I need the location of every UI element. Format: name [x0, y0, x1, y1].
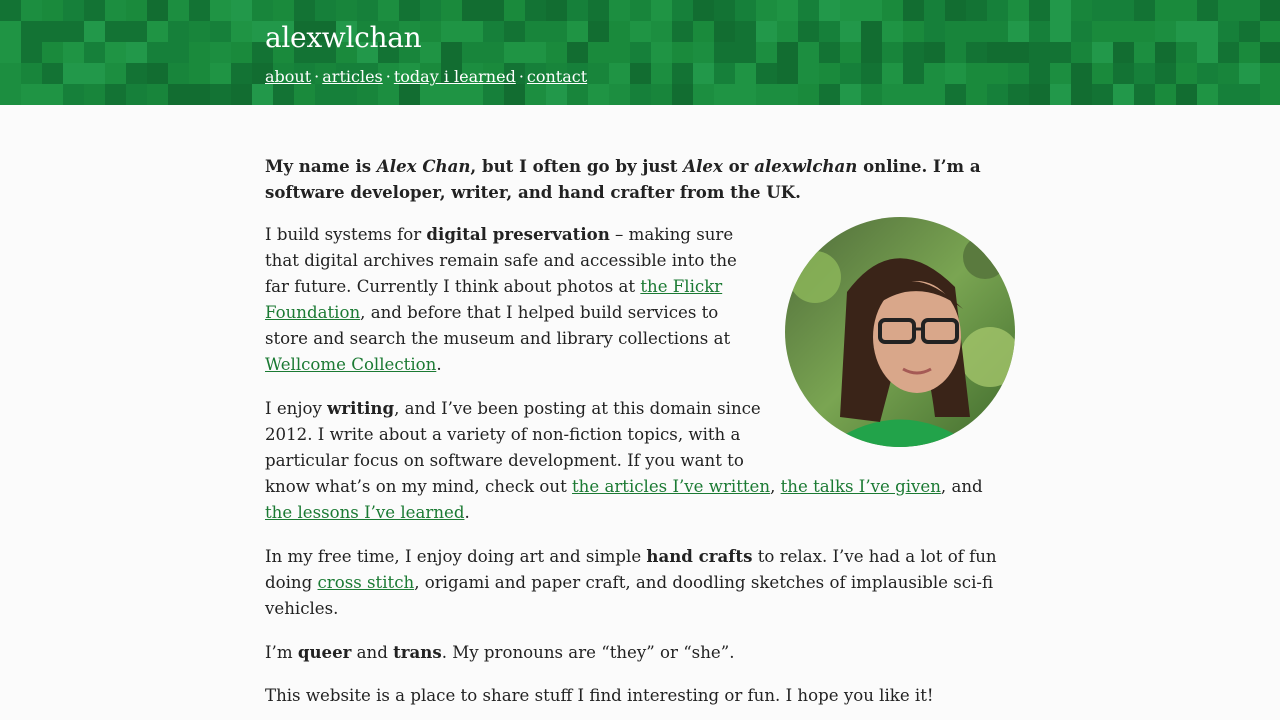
nav-articles[interactable]: articles	[322, 67, 383, 86]
hand-crafts-strong: hand crafts	[646, 546, 753, 566]
nav-separator: ·	[385, 67, 391, 86]
free-time-paragraph: In my free time, I enjoy doing art and s…	[265, 546, 997, 618]
main-content: My name is Alex Chan, but I often go by …	[265, 153, 1015, 709]
articles-link[interactable]: the articles I’ve written	[572, 477, 770, 496]
closing-paragraph: This website is a place to share stuff I…	[265, 686, 934, 705]
handle-emphasis: alexwlchan	[754, 156, 858, 176]
nav-separator: ·	[314, 67, 320, 86]
nav-separator: ·	[518, 67, 524, 86]
nav-contact[interactable]: contact	[527, 67, 587, 86]
intro-paragraph: My name is Alex Chan, but I often go by …	[265, 156, 981, 202]
site-nav: about · articles · today i learned · contact	[265, 66, 1280, 88]
lessons-link[interactable]: the lessons I’ve learned	[265, 503, 464, 522]
site-title-link[interactable]: alexwlchan	[265, 18, 1280, 58]
name-emphasis: Alex Chan	[376, 156, 471, 176]
trans-strong: trans	[393, 642, 442, 662]
writing-strong: writing	[327, 398, 395, 418]
nav-today-i-learned[interactable]: today i learned	[394, 67, 516, 86]
alex-emphasis: Alex	[683, 156, 723, 176]
talks-link[interactable]: the talks I’ve given	[781, 477, 941, 496]
queer-strong: queer	[297, 642, 352, 662]
cross-stitch-link[interactable]: cross stitch	[318, 573, 415, 592]
identity-paragraph: I’m queer and trans. My pronouns are “th…	[265, 642, 735, 662]
digital-preservation-strong: digital preservation	[426, 224, 610, 244]
nav-about[interactable]: about	[265, 67, 311, 86]
site-header: alexwlchan about · articles · today i learne…	[0, 0, 1280, 105]
wellcome-collection-link[interactable]: Wellcome Collection	[265, 355, 436, 374]
profile-photo	[785, 217, 1015, 447]
